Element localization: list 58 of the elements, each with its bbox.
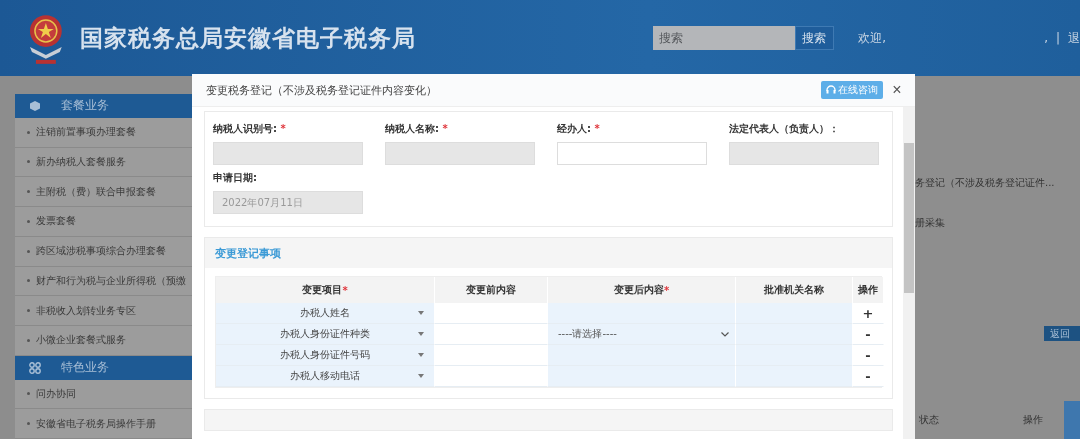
- menu-item[interactable]: 问办协同: [15, 379, 192, 410]
- add-row-button[interactable]: +: [853, 303, 883, 323]
- column-header: 变更后内容*: [548, 277, 736, 303]
- background-text: 册采集: [915, 216, 946, 230]
- menu-item[interactable]: 财产和行为税与企业所得税（预缴: [15, 266, 192, 297]
- menu-item[interactable]: 新办纳税人套餐服务: [15, 147, 192, 178]
- remove-row-button[interactable]: -: [853, 366, 883, 386]
- menu-group-header[interactable]: 套餐业务: [15, 94, 192, 118]
- consult-button[interactable]: 在线咨询: [821, 81, 883, 99]
- field-label: 经办人: *: [557, 122, 601, 136]
- grid-icon: [29, 361, 41, 374]
- column-header: 操作: [1023, 413, 1043, 427]
- close-button[interactable]: ×: [889, 81, 905, 99]
- remove-row-button[interactable]: -: [853, 324, 883, 344]
- menu-item[interactable]: 注销前置事项办理套餐: [15, 117, 192, 148]
- column-header: 操作: [853, 277, 884, 303]
- search-field[interactable]: 搜索: [652, 26, 795, 50]
- section-title: 变更登记事项: [215, 245, 281, 261]
- caret-icon: [418, 374, 424, 378]
- select-field[interactable]: ----请选择----: [548, 324, 735, 344]
- scrollbar[interactable]: [903, 107, 915, 439]
- item-select[interactable]: 办税人身份证件种类: [216, 324, 434, 344]
- column-header: 状态: [919, 413, 939, 427]
- menu-item[interactable]: 跨区域涉税事项综合办理套餐: [15, 236, 192, 267]
- field-label: 申请日期:: [213, 171, 258, 185]
- menu-item[interactable]: 小微企业套餐式服务: [15, 326, 192, 356]
- field-label: 法定代表人（负责人）：: [729, 122, 840, 136]
- text-field[interactable]: [557, 142, 707, 165]
- logout-link[interactable]: 退: [1068, 29, 1080, 47]
- headset-icon: [826, 85, 836, 95]
- field-label: 纳税人识别号: *: [213, 122, 287, 136]
- search-button[interactable]: 搜索: [794, 26, 835, 50]
- field-label: 纳税人名称: *: [385, 122, 449, 136]
- caret-icon: [418, 311, 424, 315]
- return-button[interactable]: 返回: [1044, 326, 1080, 341]
- item-select[interactable]: 办税人移动电话: [216, 366, 434, 386]
- remove-row-button[interactable]: -: [853, 345, 883, 365]
- caret-icon: [418, 332, 424, 336]
- column-header: 变更前内容: [435, 277, 548, 303]
- column-header: 批准机关名称: [736, 277, 853, 303]
- welcome-text: 欢迎,: [858, 29, 887, 47]
- site-title: 国家税务总局安徽省电子税务局: [79, 23, 417, 53]
- background-text: 务登记（不涉及税务登记证件...: [915, 176, 1056, 190]
- side-tab[interactable]: [1064, 401, 1080, 439]
- cube-icon: [29, 99, 41, 112]
- caret-icon: [418, 353, 424, 357]
- dialog-title: 变更税务登记（不涉及税务登记证件内容变化）: [206, 82, 438, 98]
- menu-item[interactable]: 发票套餐: [15, 207, 192, 237]
- menu-item[interactable]: 非税收入划转业务专区: [15, 296, 192, 327]
- item-select[interactable]: 办税人姓名: [216, 303, 434, 323]
- menu-item[interactable]: 安徽省电子税务局操作手册: [15, 409, 192, 439]
- menu-item[interactable]: 主附税（费）联合申报套餐: [15, 177, 192, 208]
- comma-text: ,: [1044, 31, 1048, 45]
- menu-group-header[interactable]: 特色业务: [15, 355, 192, 380]
- chevron-icon: [721, 331, 729, 337]
- separator: |: [1055, 31, 1060, 45]
- item-select[interactable]: 办税人身份证件号码: [216, 345, 434, 365]
- column-header: 变更项目*: [216, 277, 435, 303]
